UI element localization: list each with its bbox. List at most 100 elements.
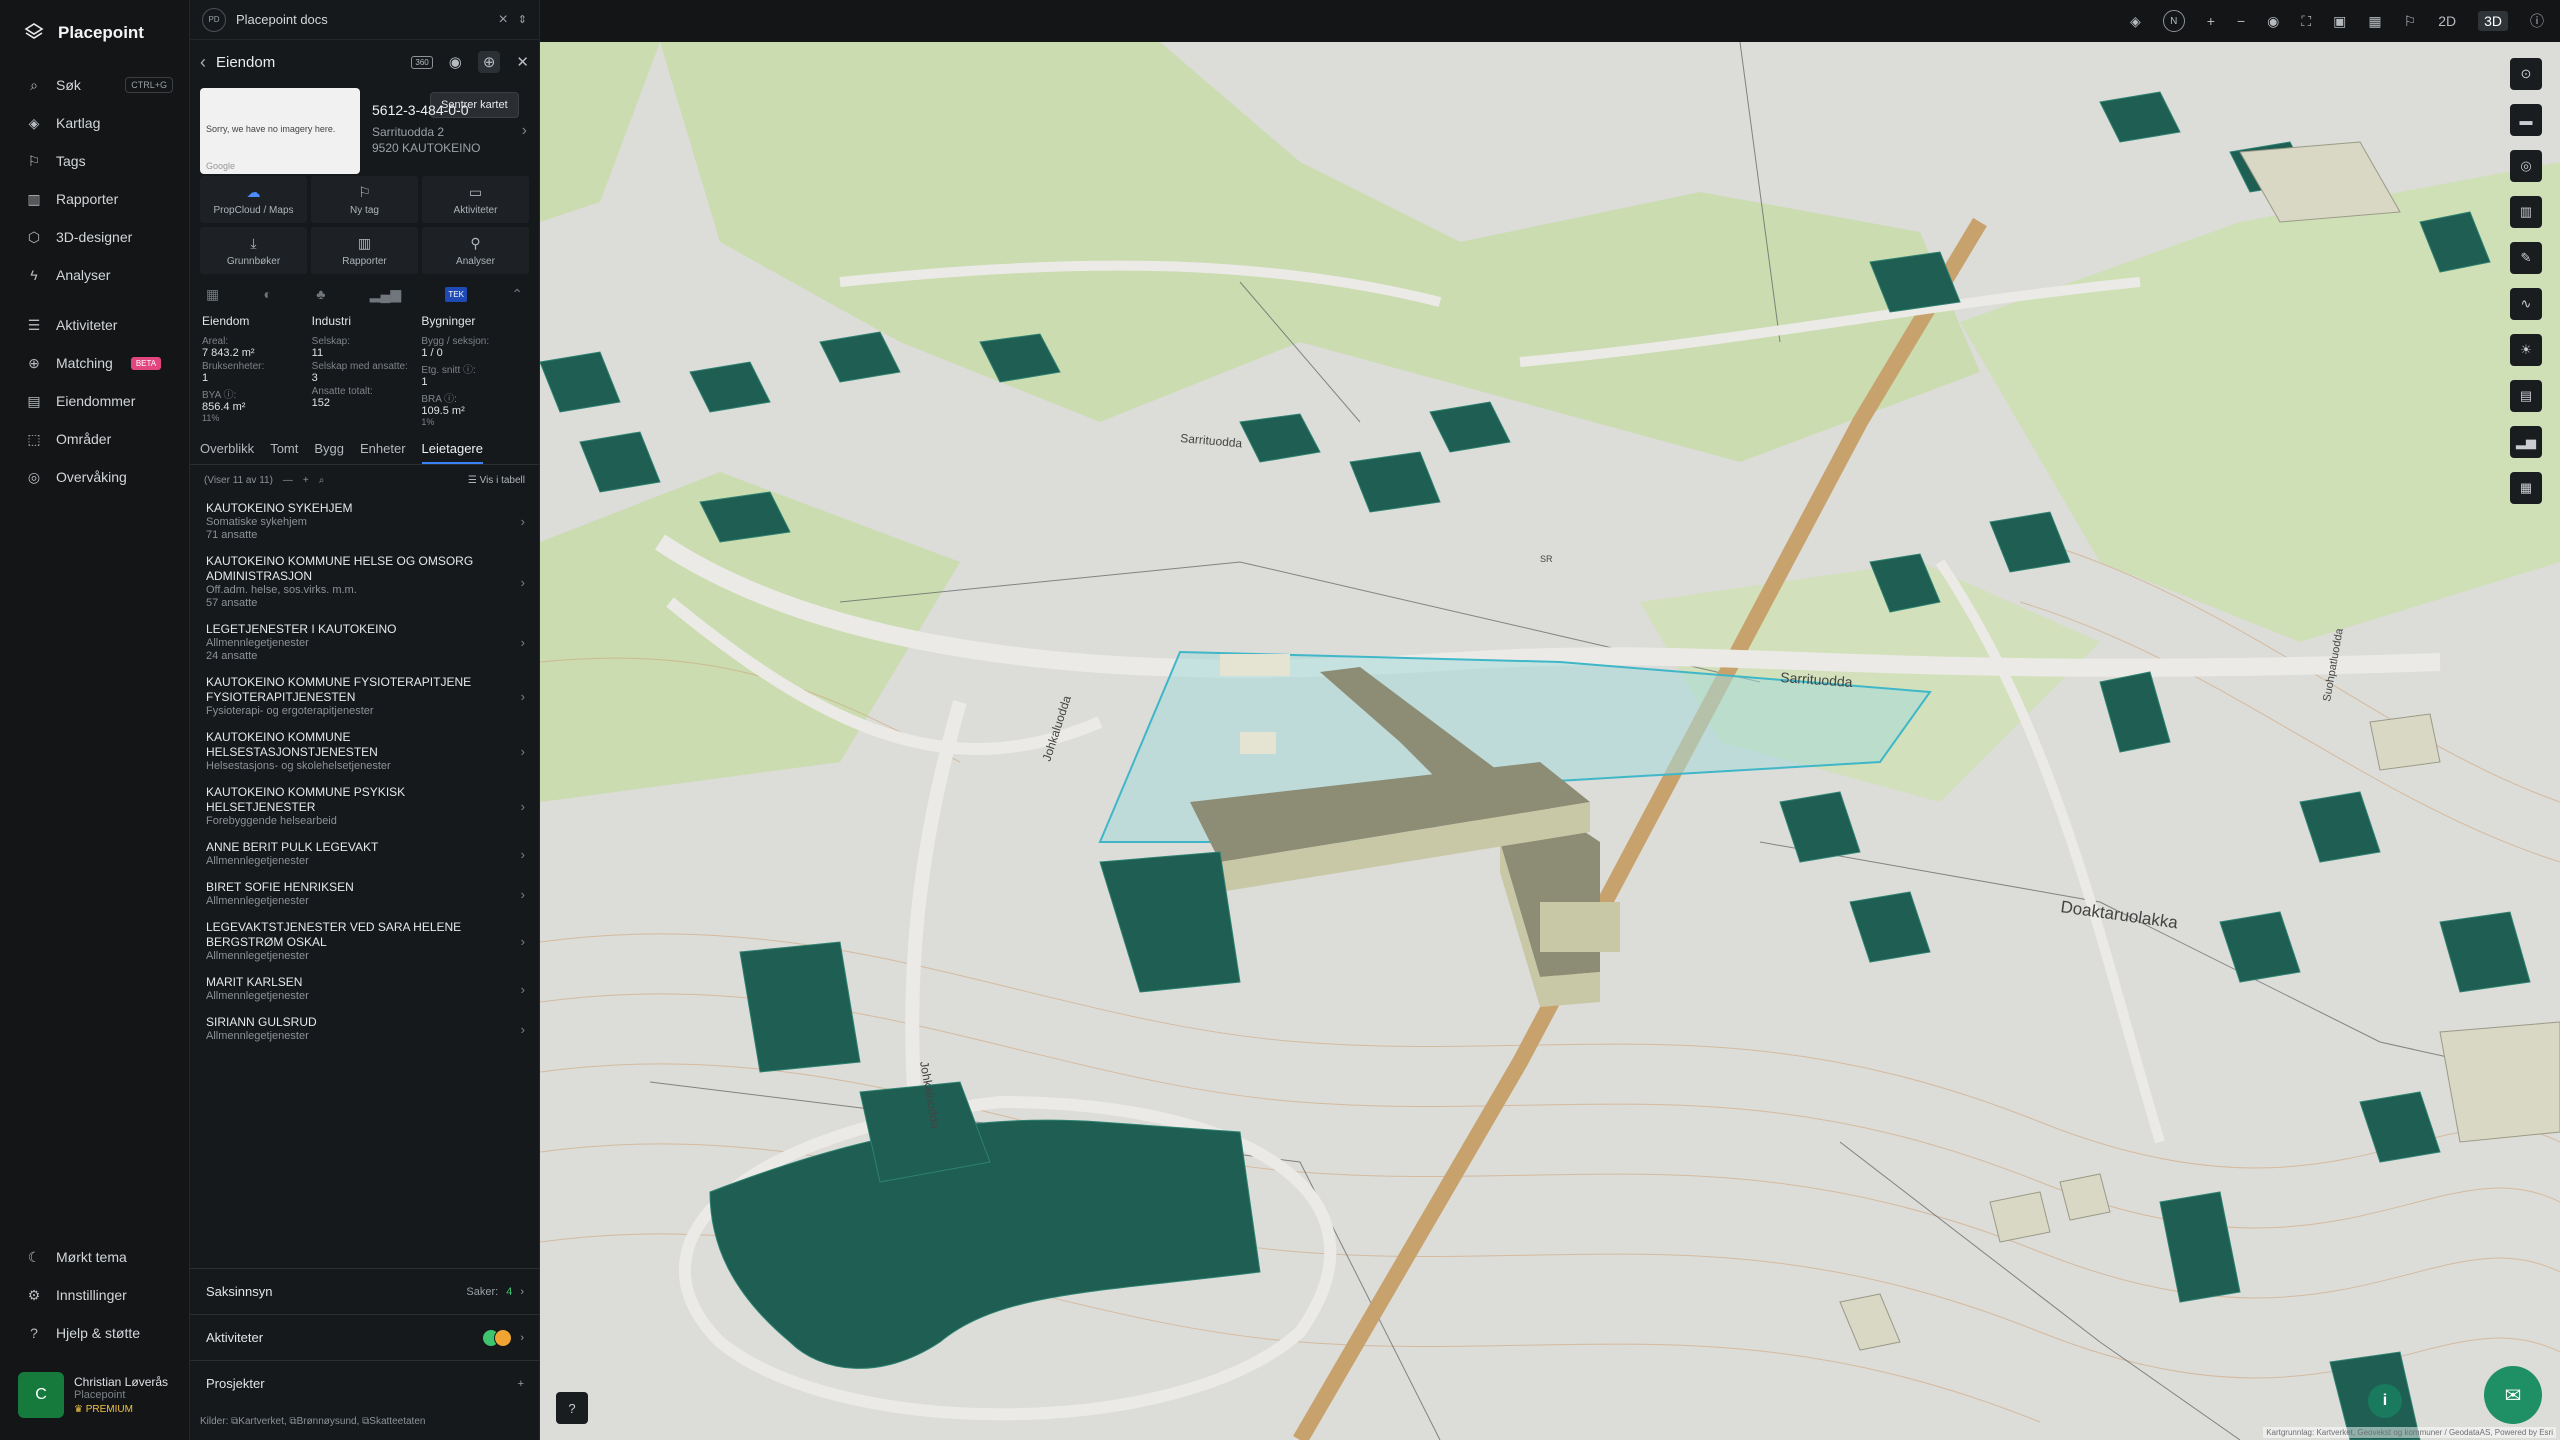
plus-icon[interactable]: + [303, 475, 309, 486]
histogram-icon[interactable]: ▂▅ [2510, 426, 2542, 458]
nav-item-analyses[interactable]: ϟ Analyser [0, 256, 189, 294]
eye-icon[interactable]: ◉ [2267, 13, 2279, 30]
projects-section[interactable]: Prosjekter + [190, 1360, 540, 1406]
draw-icon[interactable]: ✎ [2510, 242, 2542, 274]
ruler-icon[interactable]: ▬ [2510, 104, 2542, 136]
brand[interactable]: Placepoint [0, 0, 189, 66]
view-table-button[interactable]: ☰ Vis i tabell [468, 475, 525, 486]
view-table-label: Vis i tabell [479, 474, 525, 486]
chart-icon[interactable]: ▥ [2510, 196, 2542, 228]
plus-icon[interactable]: + [518, 1378, 524, 1390]
source-link[interactable]: Kartverket, [238, 1416, 286, 1427]
user-card[interactable]: C Christian Løverås Placepoint ♛ PREMIUM [18, 1372, 168, 1418]
nav-item-matching[interactable]: ⊕ Matching BETA [0, 344, 189, 382]
tab-tenants[interactable]: Leietagere [421, 441, 483, 464]
activities-section[interactable]: Aktiviteter › [190, 1314, 540, 1360]
globe-icon[interactable]: ◐ [264, 286, 272, 302]
chat-button[interactable]: ✉ [2484, 1366, 2542, 1424]
zoom-out-button[interactable]: − [2237, 13, 2245, 29]
list-item[interactable]: ANNE BERIT PULK LEGEVAKT Allmennlegetjene… [200, 834, 529, 874]
close-panel-icon[interactable]: ✕ [516, 53, 529, 71]
activities-button[interactable]: ▭ Aktiviteter [422, 176, 529, 223]
nav-item-dark-theme[interactable]: ☾ Mørkt tema [0, 1238, 190, 1276]
zoom-in-button[interactable]: + [2207, 13, 2215, 29]
nav-item-reports[interactable]: ▥ Rapporter [0, 180, 189, 218]
factory-icon[interactable]: ♣ [316, 286, 325, 302]
document-icon[interactable]: ▦ [206, 286, 219, 303]
camera-icon[interactable]: ▣ [2333, 13, 2346, 30]
help-button[interactable]: ? [556, 1392, 588, 1424]
new-tag-button[interactable]: ⚐ Ny tag [311, 176, 418, 223]
search-icon[interactable]: ⌕ [319, 475, 325, 486]
google-logo: Google [206, 161, 236, 171]
layers-icon[interactable]: ◈ [2130, 13, 2141, 30]
sun-icon[interactable]: ☀ [2510, 334, 2542, 366]
360-view-button[interactable]: 360 [411, 55, 433, 69]
expand-icon[interactable]: ⇕ [518, 13, 527, 26]
nav-item-help[interactable]: ? Hjelp & støtte [0, 1314, 190, 1352]
close-icon[interactable]: × [498, 11, 507, 29]
chevron-up-icon[interactable]: ⌃ [511, 286, 523, 303]
nav-item-3d-designer[interactable]: ⬡ 3D-designer [0, 218, 189, 256]
nav-item-search[interactable]: ⌕ Søk CTRL+G [0, 66, 189, 104]
propcloud-button[interactable]: ☁ PropCloud / Maps [200, 176, 307, 223]
tenant-employees: 24 ansatte [206, 650, 258, 662]
list-item[interactable]: LEGEVAKTSTJENESTER VED SARA HELENE BERGS… [200, 914, 529, 969]
back-icon[interactable]: ‹ [200, 52, 206, 73]
list-item[interactable]: KAUTOKEINO KOMMUNE HELSESTASJONSTJENESTE… [200, 724, 529, 779]
map-view[interactable]: Sarrituodda Sarrituodda Johkaluodda Johk… [540, 42, 2560, 1440]
case-count-label: Saker: [466, 1285, 499, 1298]
nav-item-tags[interactable]: ⚐ Tags [0, 142, 189, 180]
tab-overview[interactable]: Overblikk [200, 441, 254, 464]
tek-badge[interactable]: TEK [445, 286, 467, 302]
reports-button[interactable]: ▥ Rapporter [311, 227, 418, 274]
info-button[interactable]: i [2368, 1384, 2402, 1418]
tab-buildings[interactable]: Bygg [314, 441, 344, 464]
nav-item-properties[interactable]: ▤ Eiendommer [0, 382, 189, 420]
land-register-button[interactable]: ⤓ Grunnbøker [200, 227, 307, 274]
action-label: Analyser [456, 255, 495, 267]
compass-button[interactable]: N [2162, 10, 2185, 32]
tab-plot[interactable]: Tomt [270, 441, 298, 464]
minus-icon[interactable]: — [283, 475, 293, 486]
list-item[interactable]: SIRIANN GULSRUD Allmennlegetjenester › [200, 1009, 529, 1049]
profile-icon[interactable]: ∿ [2510, 288, 2542, 320]
bookmark-icon[interactable]: ⚐ [2404, 13, 2417, 30]
fullscreen-icon[interactable]: ⛶ [2301, 13, 2311, 30]
list-item[interactable]: LEGETJENESTER I KAUTOKEINO Allmennlegetje… [200, 616, 529, 669]
list-item[interactable]: KAUTOKEINO KOMMUNE PSYKISK HELSETJENESTE… [200, 779, 529, 834]
list-item[interactable]: MARIT KARLSEN Allmennlegetjenester › [200, 969, 529, 1009]
info-icon[interactable]: ⓘ [2530, 11, 2544, 31]
measure-icon[interactable]: ⊙ [2510, 58, 2542, 90]
source-link[interactable]: Brønnøysund, [297, 1416, 360, 1427]
nav-item-layers[interactable]: ◈ Kartlag [0, 104, 189, 142]
grid-icon[interactable]: ▦ [2368, 13, 2381, 30]
case-access-section[interactable]: Saksinnsyn Saker: 4 › [190, 1268, 540, 1314]
analyses-button[interactable]: ⚲ Analyser [422, 227, 529, 274]
grid-icon[interactable]: ▦ [2510, 472, 2542, 504]
search-area-icon[interactable]: ◎ [2510, 150, 2542, 182]
source-link[interactable]: Skatteetaten [369, 1416, 425, 1427]
building-icon[interactable]: ▤ [2510, 380, 2542, 412]
list-item[interactable]: KAUTOKEINO KOMMUNE HELSE OG OMSORG ADMIN… [200, 548, 529, 616]
list-item[interactable]: KAUTOKEINO SYKEHJEM Somatiske sykehjem 71 … [200, 495, 529, 548]
doc-tab[interactable]: PD Placepoint docs × ⇕ [190, 0, 539, 40]
nav-item-activities[interactable]: ☰ Aktiviteter [0, 306, 189, 344]
nav-item-settings[interactable]: ⚙ Innstillinger [0, 1276, 190, 1314]
list-item[interactable]: BIRET SOFIE HENRIKSEN Allmennlegetjeneste… [200, 874, 529, 914]
list-item[interactable]: KAUTOKEINO KOMMUNE FYSIOTERAPITJENE FYSI… [200, 669, 529, 724]
bar-chart-icon[interactable]: ▂▄▆ [370, 286, 401, 303]
eye-icon[interactable]: ◉ [449, 53, 462, 71]
stats-buildings: Bygninger Bygg / seksjon: 1 / 0 Etg. sni… [421, 314, 527, 427]
mode-2d-button[interactable]: 2D [2438, 13, 2456, 29]
street-view-thumbnail[interactable]: Sorry, we have no imagery here. Google [200, 88, 360, 174]
tab-units[interactable]: Enheter [360, 441, 406, 464]
chevron-right-icon[interactable]: › [522, 122, 527, 140]
stat-value: 1 / 0 [421, 347, 443, 359]
panel-tabs: Overblikk Tomt Bygg Enheter Leietagere [190, 441, 539, 465]
mode-3d-button[interactable]: 3D [2478, 11, 2508, 31]
nav-item-areas[interactable]: ⬚ Områder [0, 420, 189, 458]
nav-label: Innstillinger [56, 1287, 127, 1303]
center-map-button[interactable]: ⊕ [477, 51, 501, 73]
nav-item-monitoring[interactable]: ◎ Overvåking [0, 458, 189, 496]
